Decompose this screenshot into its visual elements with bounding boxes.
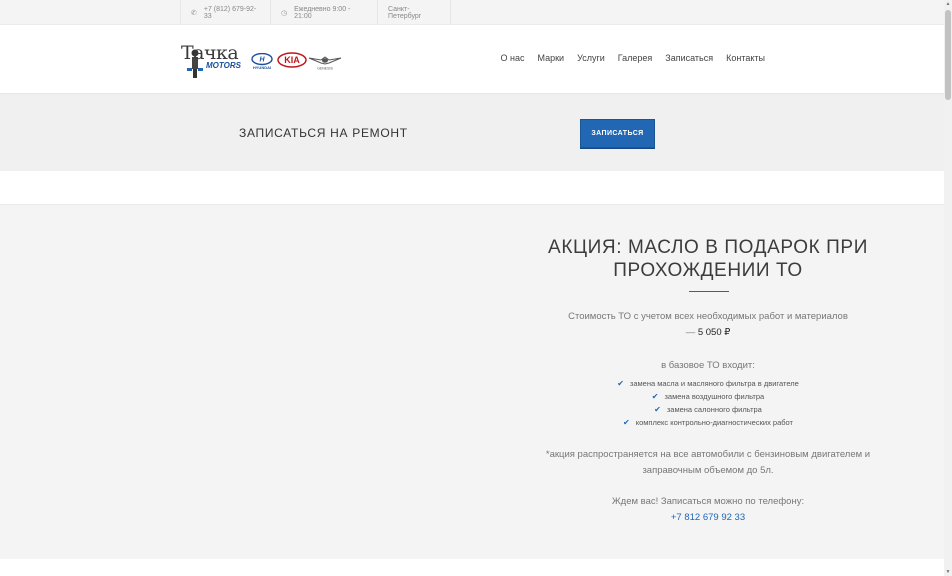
list-item-text: замена воздушного фильтра	[664, 392, 765, 401]
list-item: ✔ замена салонного фильтра	[544, 403, 872, 416]
topbar-phone-text: +7 (812) 679-92-33	[203, 5, 257, 20]
promo-price-dash: —	[685, 327, 698, 338]
topbar-phone[interactable]: ✆ +7 (812) 679-92-33	[180, 0, 270, 25]
phone-icon: ✆	[191, 9, 197, 17]
main-nav: О нас Марки Услуги Галерея Записаться Ко…	[488, 53, 765, 63]
promo-section: АКЦИЯ: МАСЛО В ПОДАРОК ПРИ ПРОХОЖДЕНИИ Т…	[0, 204, 944, 559]
nav-item-contacts[interactable]: Контакты	[726, 53, 765, 63]
hyundai-label: HYUNDAI	[253, 65, 271, 70]
promo-phone-link[interactable]: +7 812 679 92 33	[544, 512, 872, 523]
nav-item-signup[interactable]: Записаться	[665, 53, 713, 63]
nav-item-brands[interactable]: Марки	[538, 53, 565, 63]
promo-note: *акция распространяется на все автомобил…	[545, 449, 871, 476]
list-item: ✔ замена воздушного фильтра	[544, 390, 872, 403]
hyundai-logo-icon: H HYUNDAI	[251, 53, 273, 70]
repair-signup-title: ЗАПИСАТЬСЯ НА РЕМОНТ	[239, 126, 408, 140]
topbar-hours: ◷ Ежедневно 9:00 - 21:00	[270, 0, 377, 25]
repair-signup-band: ЗАПИСАТЬСЯ НА РЕМОНТ ЗАПИСАТЬСЯ	[0, 93, 944, 171]
checkmark-icon: ✔	[617, 379, 624, 388]
checkmark-icon: ✔	[651, 392, 659, 401]
scrollbar-thumb[interactable]	[945, 10, 951, 100]
checkmark-icon: ✔	[623, 418, 630, 427]
clock-icon: ◷	[281, 9, 288, 17]
site-header: Тачка MOTORS H HYUNDAI KIA GENESIS О нас…	[0, 25, 944, 93]
list-item-text: замена масла и масляного фильтра в двига…	[629, 379, 799, 388]
topbar-city: Санкт-Петербург	[377, 0, 451, 25]
promo-items-list: ✔ замена масла и масляного фильтра в двиг…	[544, 377, 872, 429]
site-logo[interactable]: Тачка MOTORS H HYUNDAI KIA GENESIS	[180, 42, 342, 80]
nav-item-about[interactable]: О нас	[501, 53, 525, 63]
kia-label: KIA	[284, 55, 300, 65]
topbar-hours-text: Ежедневно 9:00 - 21:00	[294, 5, 351, 20]
section-spacer	[0, 171, 944, 204]
checkmark-icon: ✔	[654, 405, 661, 414]
list-item-text: комплекс контрольно-диагностических рабо…	[635, 418, 793, 427]
kia-logo-icon: KIA	[277, 52, 307, 68]
list-item: ✔ замена масла и масляного фильтра в двиг…	[544, 377, 872, 390]
page-scrollbar[interactable]: ▲ ▼	[944, 0, 952, 576]
nav-item-services[interactable]: Услуги	[577, 53, 605, 63]
genesis-logo-icon: GENESIS	[308, 56, 342, 71]
scroll-down-icon[interactable]: ▼	[944, 568, 952, 576]
svg-text:H: H	[259, 57, 265, 64]
top-info-bar: ✆ +7 (812) 679-92-33 ◷ Ежедневно 9:00 - …	[0, 0, 944, 25]
promo-price-line: — 5 050 ₽	[544, 327, 872, 338]
promo-price: 5 050 ₽	[697, 327, 731, 338]
promo-base-label: в базовое ТО входит:	[661, 360, 755, 371]
promo-call-label: Ждем вас! Записаться можно по телефону:	[611, 496, 805, 507]
promo-title: АКЦИЯ: МАСЛО В ПОДАРОК ПРИ ПРОХОЖДЕНИИ Т…	[548, 237, 868, 281]
logo-sub: MOTORS	[206, 61, 241, 70]
signup-button[interactable]: ЗАПИСАТЬСЯ	[580, 119, 655, 148]
list-item: ✔ комплекс контрольно-диагностических раб…	[544, 416, 872, 429]
page-bottom	[0, 559, 944, 576]
scroll-up-icon[interactable]: ▲	[944, 0, 952, 8]
list-item-text: замена салонного фильтра	[666, 405, 762, 414]
promo-divider	[689, 291, 729, 292]
promo-price-label: Стоимость ТО с учетом всех необходимых р…	[568, 311, 848, 322]
topbar-city-text: Санкт-Петербург	[388, 5, 422, 20]
nav-item-gallery[interactable]: Галерея	[618, 53, 653, 63]
genesis-label: GENESIS	[317, 67, 333, 71]
